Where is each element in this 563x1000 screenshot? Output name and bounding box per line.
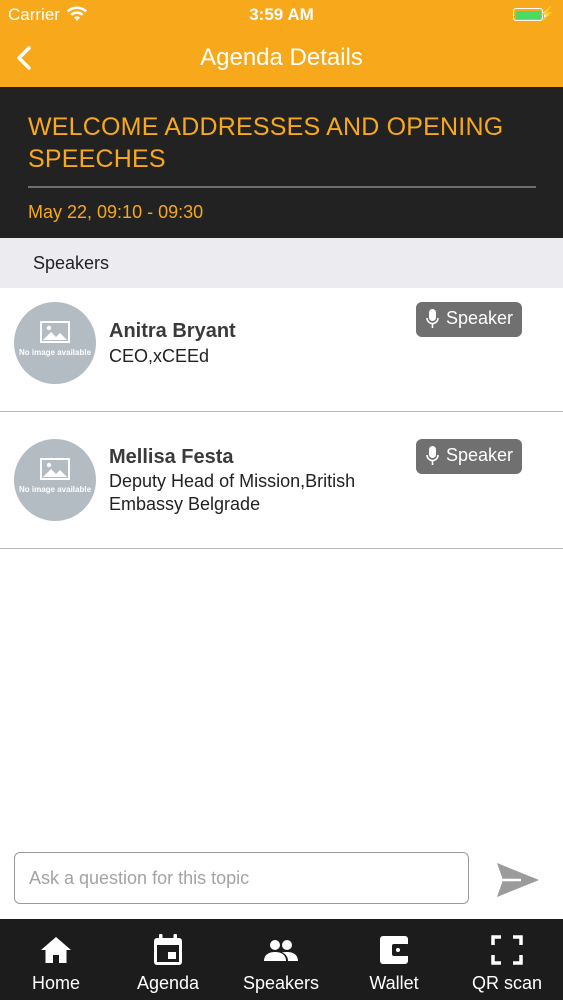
speakers-section-header: Speakers <box>0 238 563 288</box>
speaker-row[interactable]: No image available Mellisa Festa Deputy … <box>0 412 563 549</box>
home-icon <box>41 937 71 963</box>
avatar-placeholder-text: No image available <box>18 348 92 357</box>
people-icon <box>264 940 298 961</box>
tab-label: Wallet <box>369 973 419 993</box>
agenda-time: May 22, 09:10 - 09:30 <box>28 202 204 222</box>
tab-wallet[interactable]: Wallet <box>338 919 450 1000</box>
speaker-name: Anitra Bryant <box>109 320 236 342</box>
qr-scan-icon <box>491 935 523 965</box>
send-icon[interactable] <box>495 860 541 900</box>
avatar-placeholder-text: No image available <box>18 485 92 494</box>
tab-home[interactable]: Home <box>0 919 112 1000</box>
status-time: 3:59 AM <box>249 5 314 24</box>
image-placeholder-icon <box>40 321 70 343</box>
speaker-name: Mellisa Festa <box>109 446 234 468</box>
header-divider <box>28 186 536 188</box>
calendar-icon <box>154 934 182 965</box>
tab-qr-scan[interactable]: QR scan <box>451 919 563 1000</box>
tab-label: Speakers <box>242 973 320 993</box>
speaker-row[interactable]: No image available Anitra Bryant CEO,xCE… <box>0 288 563 412</box>
agenda-header: WELCOME ADDRESSES AND OPENING SPEECHES M… <box>0 87 563 238</box>
speaker-role: Deputy Head of Mission,British Embassy B… <box>109 471 356 514</box>
section-title: Speakers <box>33 253 110 273</box>
microphone-icon <box>426 309 439 328</box>
nav-bar: Agenda Details <box>0 30 563 87</box>
speaker-badge-button[interactable]: Speaker <box>416 439 522 474</box>
avatar: No image available <box>14 439 96 521</box>
microphone-icon <box>426 446 439 465</box>
agenda-title: WELCOME ADDRESSES AND OPENING SPEECHES <box>28 113 504 173</box>
wallet-icon <box>380 936 409 964</box>
avatar: No image available <box>14 302 96 384</box>
question-input[interactable] <box>14 852 469 904</box>
tab-label: QR scan <box>471 973 543 993</box>
tab-label: Home <box>31 973 80 993</box>
tab-label: Agenda <box>136 973 200 993</box>
charging-bolt-icon: ⚡ <box>538 5 556 21</box>
tab-speakers[interactable]: Speakers <box>225 919 337 1000</box>
speaker-badge-label: Speaker <box>446 445 514 465</box>
page-title: Agenda Details <box>200 44 363 71</box>
speaker-badge-button[interactable]: Speaker <box>416 302 522 337</box>
image-placeholder-icon <box>40 458 70 480</box>
speaker-role: CEO,xCEEd <box>109 346 210 366</box>
tab-bar: Home Agenda Speakers Wallet QR scan <box>0 919 563 1000</box>
tab-agenda[interactable]: Agenda <box>112 919 224 1000</box>
status-bar: Carrier 3:59 AM ⚡ <box>0 0 563 30</box>
speaker-badge-label: Speaker <box>446 308 514 328</box>
